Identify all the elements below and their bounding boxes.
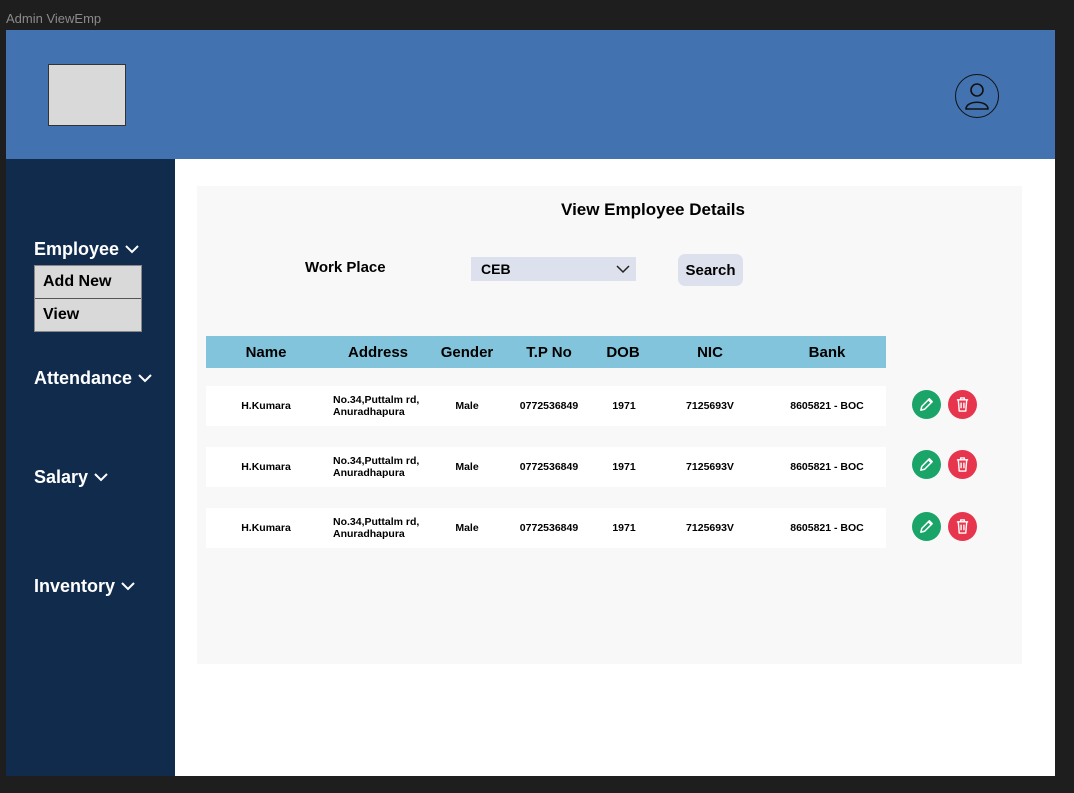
cell-gender: Male [455,400,479,412]
row-actions [912,512,977,541]
address-line2: Anuradhapura [333,406,405,418]
app-window: Employee Add New View Attendance Salary … [6,30,1055,776]
nav-employee[interactable]: Employee [34,239,139,260]
trash-icon [956,457,969,472]
cell-gender: Male [455,522,479,534]
table-row: H.Kumara No.34,Puttalm rd, Anuradhapura … [206,447,886,487]
column-header-gender: Gender [440,344,494,361]
column-header-tp: T.P No [526,344,572,361]
column-header-bank: Bank [808,344,846,361]
cell-address: No.34,Puttalm rd, Anuradhapura [333,516,419,540]
column-header-address: Address [347,344,409,361]
user-silhouette-icon [965,83,989,110]
top-header [6,30,1055,159]
cell-bank: 8605821 - BOC [790,400,864,412]
edit-button[interactable] [912,450,941,479]
workplace-label: Work Place [305,259,386,276]
workplace-select[interactable]: CEB [471,257,636,281]
cell-nic: 7125693V [686,522,734,534]
cell-bank: 8605821 - BOC [790,522,864,534]
cell-dob: 1971 [612,400,636,412]
sidebar: Employee Add New View Attendance Salary … [6,159,175,776]
cell-bank: 8605821 - BOC [790,461,864,473]
chevron-down-icon [125,245,139,254]
cell-name: H.Kumara [241,400,291,412]
table-row: H.Kumara No.34,Puttalm rd, Anuradhapura … [206,508,886,548]
table-row: H.Kumara No.34,Puttalm rd, Anuradhapura … [206,386,886,426]
column-header-dob: DOB [606,344,640,361]
workplace-selected-value: CEB [481,261,511,277]
chevron-down-icon [121,582,135,591]
content-panel: View Employee Details Work Place CEB Sea… [197,186,1022,664]
cell-tp: 0772536849 [519,522,579,534]
nav-salary[interactable]: Salary [34,467,108,488]
nav-attendance[interactable]: Attendance [34,368,152,389]
cell-address: No.34,Puttalm rd, Anuradhapura [333,455,419,479]
chevron-down-icon [138,374,152,383]
cell-name: H.Kumara [241,461,291,473]
column-header-name: Name [245,344,287,361]
employee-submenu: Add New View [34,265,142,332]
cell-tp: 0772536849 [519,400,579,412]
chevron-down-icon [616,264,630,274]
window-title: Admin ViewEmp [6,11,102,26]
cell-gender: Male [455,461,479,473]
trash-icon [956,519,969,534]
delete-button[interactable] [948,450,977,479]
cell-address: No.34,Puttalm rd, Anuradhapura [333,394,419,418]
pencil-icon [920,520,933,533]
cell-dob: 1971 [612,522,636,534]
edit-button[interactable] [912,390,941,419]
row-actions [912,450,977,479]
nav-employee-label: Employee [34,239,120,259]
edit-button[interactable] [912,512,941,541]
page-title: View Employee Details [561,200,745,219]
trash-icon [956,397,969,412]
cell-dob: 1971 [612,461,636,473]
cell-tp: 0772536849 [519,461,579,473]
table-header: Name Address Gender T.P No DOB NIC Bank [206,336,886,368]
submenu-view[interactable]: View [35,298,141,331]
nav-inventory-label: Inventory [34,576,116,596]
nav-salary-label: Salary [34,467,89,487]
pencil-icon [920,398,933,411]
address-line1: No.34,Puttalm rd, [333,516,420,528]
nav-attendance-label: Attendance [34,368,133,388]
search-button[interactable]: Search [678,254,743,286]
submenu-add-new[interactable]: Add New [35,266,141,298]
pencil-icon [920,458,933,471]
delete-button[interactable] [948,512,977,541]
delete-button[interactable] [948,390,977,419]
cell-nic: 7125693V [686,461,734,473]
cell-name: H.Kumara [241,522,291,534]
address-line2: Anuradhapura [333,467,405,479]
address-line1: No.34,Puttalm rd, [333,394,420,406]
chevron-down-icon [94,473,108,482]
user-avatar-icon[interactable] [955,74,999,118]
nav-inventory[interactable]: Inventory [34,576,135,597]
column-header-nic: NIC [697,344,723,361]
address-line2: Anuradhapura [333,528,405,540]
row-actions [912,390,977,419]
address-line1: No.34,Puttalm rd, [333,455,420,467]
cell-nic: 7125693V [686,400,734,412]
logo-placeholder [48,64,126,126]
